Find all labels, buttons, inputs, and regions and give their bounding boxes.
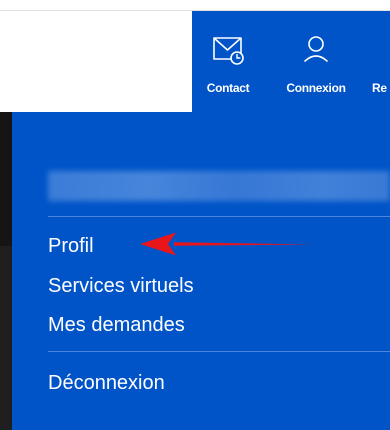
menu-item-mes-demandes[interactable]: Mes demandes xyxy=(48,313,185,337)
menu-divider xyxy=(48,351,390,352)
menu-divider xyxy=(48,216,390,217)
red-arrow-annotation-icon xyxy=(140,232,312,256)
nav-contact-label: Contact xyxy=(206,81,250,95)
nav-cut-item[interactable]: Re xyxy=(372,11,390,112)
nav-connexion-label: Connexion xyxy=(286,81,346,95)
header-nav: Contact Connexion Re xyxy=(192,11,390,112)
top-strip xyxy=(0,0,390,10)
dark-left-strip xyxy=(0,112,12,430)
account-dropdown-menu: Profil Services virtuels Mes demandes Dé… xyxy=(12,112,390,430)
user-icon xyxy=(303,33,329,67)
nav-cut-label: Re xyxy=(372,81,387,95)
nav-contact-button[interactable]: Contact xyxy=(196,11,260,112)
menu-item-profil[interactable]: Profil xyxy=(48,234,94,258)
menu-item-services-virtuels[interactable]: Services virtuels xyxy=(48,274,194,298)
envelope-clock-icon xyxy=(211,33,245,67)
blurred-username xyxy=(48,171,390,201)
nav-connexion-button[interactable]: Connexion xyxy=(280,11,352,112)
menu-item-deconnexion[interactable]: Déconnexion xyxy=(48,371,165,395)
